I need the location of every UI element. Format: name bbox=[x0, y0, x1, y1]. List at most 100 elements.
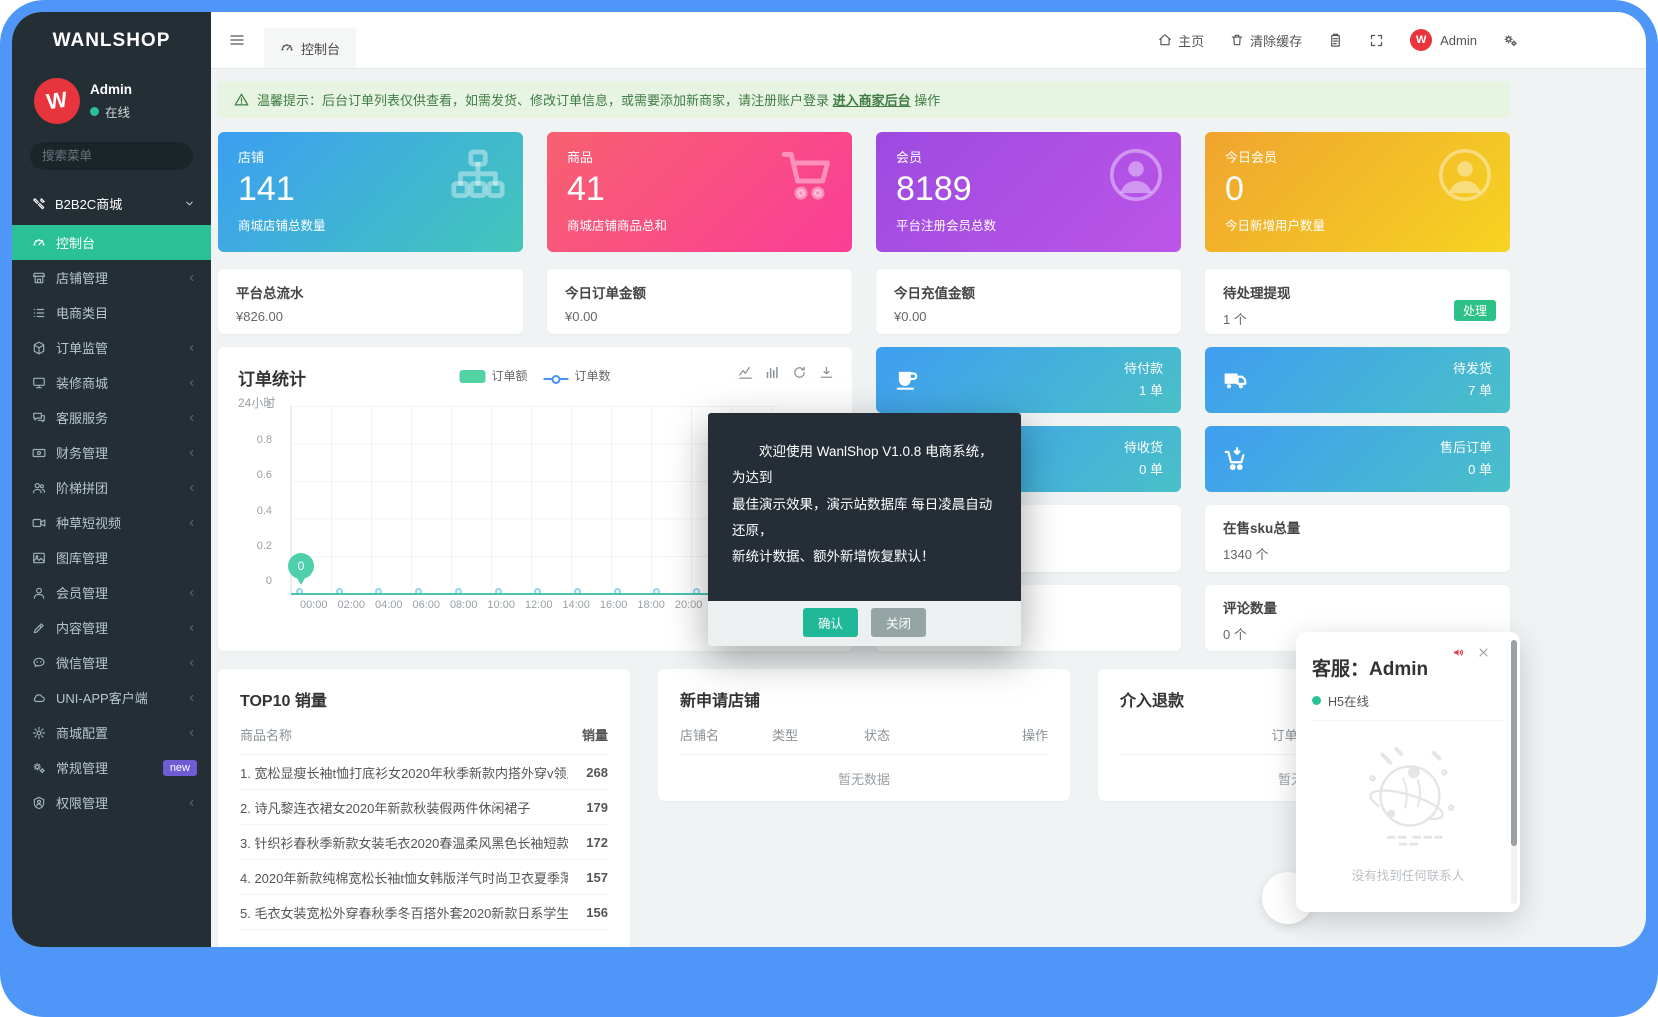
line-chart-icon[interactable] bbox=[738, 365, 753, 380]
tab-dashboard[interactable]: 控制台 bbox=[264, 28, 356, 68]
topbar-user-menu[interactable]: W Admin bbox=[1410, 29, 1477, 51]
top10-row[interactable] bbox=[240, 929, 608, 947]
top10-row[interactable]: 2. 诗凡黎连衣裙女2020年新款秋装假两件休闲裙子 179 bbox=[240, 789, 608, 824]
menu-item-icon bbox=[32, 341, 46, 355]
status-card-to-ship[interactable]: 待发货7 单 bbox=[1205, 347, 1510, 413]
sidebar-item[interactable]: 客服服务 bbox=[12, 400, 211, 435]
top10-row[interactable]: 4. 2020年新款纯棉宽松长袖t恤女韩版洋气时尚卫衣夏季薄款打底上衣 157 bbox=[240, 859, 608, 894]
new-shops-panel: 新申请店铺 店铺名类型状态操作 暂无数据 bbox=[658, 669, 1070, 801]
refresh-icon[interactable] bbox=[792, 365, 807, 380]
modal-message: 欢迎使用 WanlShop V1.0.8 电商系统， 为达到 最佳演示效果，演示… bbox=[708, 413, 1021, 601]
sidebar-item[interactable]: UNI-APP客户端 bbox=[12, 680, 211, 715]
sidebar-item[interactable]: 内容管理 bbox=[12, 610, 211, 645]
menu-item-icon bbox=[32, 726, 46, 740]
scrollbar-thumb[interactable] bbox=[1511, 640, 1517, 846]
group-label: B2B2C商城 bbox=[55, 194, 122, 213]
chevron-left-icon bbox=[187, 658, 197, 668]
sidebar-item[interactable]: 阶梯拼团 bbox=[12, 470, 211, 505]
column-header: 类型 bbox=[772, 725, 864, 744]
speaker-icon[interactable] bbox=[1452, 646, 1465, 659]
sidebar-item[interactable]: 商城配置 bbox=[12, 715, 211, 750]
trash-icon bbox=[1230, 33, 1244, 47]
stat-card-icon bbox=[449, 146, 507, 204]
chevron-down-icon bbox=[184, 198, 195, 209]
sidebar-item[interactable]: 会员管理 bbox=[12, 575, 211, 610]
status-card-aftersale[interactable]: 售后订单0 单 bbox=[1205, 426, 1510, 492]
sidebar-item[interactable]: 店铺管理 bbox=[12, 260, 211, 295]
warning-icon bbox=[234, 92, 249, 107]
sidebar-search[interactable] bbox=[30, 142, 193, 170]
welcome-modal: 欢迎使用 WanlShop V1.0.8 电商系统， 为达到 最佳演示效果，演示… bbox=[708, 413, 1021, 646]
sidebar-item[interactable]: 装修商城 bbox=[12, 365, 211, 400]
chart-toolbar bbox=[738, 365, 834, 380]
sidebar-item[interactable]: 控制台 bbox=[12, 225, 211, 260]
user-status: 在线 bbox=[105, 102, 130, 121]
sidebar-item[interactable]: 权限管理 bbox=[12, 785, 211, 820]
home-link[interactable]: 主页 bbox=[1158, 31, 1204, 50]
empty-state: 暂无数据 bbox=[680, 754, 1048, 808]
chart-legend: 订单额 订单数 bbox=[459, 367, 610, 384]
hamburger-icon[interactable] bbox=[228, 32, 246, 48]
menu-item-icon bbox=[32, 481, 46, 495]
x-axis-labels: 00:0002:0004:0006:0008:0010:0012:0014:00… bbox=[300, 599, 740, 611]
settings-gears-icon[interactable] bbox=[1503, 33, 1518, 48]
menu-item-icon bbox=[32, 236, 46, 250]
online-dot bbox=[90, 107, 99, 116]
chevron-left-icon bbox=[187, 483, 197, 493]
no-contacts-text: 没有找到任何联系人 bbox=[1312, 865, 1504, 884]
sidebar-item[interactable]: 常规管理 new bbox=[12, 750, 211, 785]
menu-item-icon bbox=[32, 516, 46, 530]
clipboard-icon[interactable] bbox=[1328, 33, 1343, 48]
stat-card-icon bbox=[1436, 146, 1494, 204]
chevron-left-icon bbox=[187, 448, 197, 458]
bar-chart-icon[interactable] bbox=[765, 365, 780, 380]
sidebar-group-b2b2c[interactable]: B2B2C商城 bbox=[12, 180, 211, 225]
sidebar-item[interactable]: 财务管理 bbox=[12, 435, 211, 470]
chevron-left-icon bbox=[187, 518, 197, 528]
mini-cards-row: 平台总流水 ¥826.00 今日订单金额 ¥0.00 今日充值金额 ¥0.00 … bbox=[218, 269, 1510, 334]
clear-cache-link[interactable]: 清除缓存 bbox=[1230, 31, 1302, 50]
notice-alert: 温馨提示：后台订单列表仅供查看，如需发货、修改订单信息，或需要添加新商家，请注册… bbox=[218, 81, 1510, 118]
sidebar-item[interactable]: 图库管理 bbox=[12, 540, 211, 575]
sidebar-item[interactable]: 订单监管 bbox=[12, 330, 211, 365]
chevron-left-icon bbox=[187, 343, 197, 353]
search-input[interactable] bbox=[42, 149, 203, 163]
merchant-backend-link[interactable]: 进入商家后台 bbox=[833, 93, 911, 108]
sidebar-item[interactable]: 微信管理 bbox=[12, 645, 211, 680]
top10-row[interactable]: 5. 毛衣女装宽松外穿春秋季冬百搭外套2020新款日系学生蓝色针织开衫 156 bbox=[240, 894, 608, 929]
menu-item-icon bbox=[32, 446, 46, 460]
user-avatar: W bbox=[1410, 29, 1432, 51]
chevron-left-icon bbox=[187, 588, 197, 598]
legend-amount-swatch bbox=[459, 370, 485, 383]
top10-row[interactable]: 3. 针织衫春秋季新款女装毛衣2020春温柔风黑色长袖短款上衣开衫外套 172 bbox=[240, 824, 608, 859]
stat-card: 商品 41 商城店铺商品总和 bbox=[547, 132, 852, 252]
stat-cards-row: 店铺 141 商城店铺总数量 商品 41 商城店铺商品总和 会员 8189 平台… bbox=[218, 132, 1510, 252]
sidebar-item[interactable]: 种草短视频 bbox=[12, 505, 211, 540]
stat-card: 店铺 141 商城店铺总数量 bbox=[218, 132, 523, 252]
close-icon[interactable] bbox=[1477, 646, 1490, 659]
plot-area bbox=[290, 406, 778, 594]
fullscreen-icon[interactable] bbox=[1369, 33, 1384, 48]
column-header: 操作 bbox=[956, 725, 1048, 744]
chevron-left-icon bbox=[187, 413, 197, 423]
confirm-button[interactable]: 确认 bbox=[803, 608, 858, 637]
top10-row[interactable]: 1. 宽松显瘦长袖t恤打底衫女2020年秋季新款内搭外穿v领上衣针织毛衣 268 bbox=[240, 754, 608, 789]
status-card-unpaid[interactable]: 待付款1 单 bbox=[876, 347, 1181, 413]
column-header: 店铺名 bbox=[680, 725, 772, 744]
globe-illustration bbox=[1312, 739, 1504, 849]
mini-stat-card: 待处理提现 1 个 处理 bbox=[1205, 269, 1510, 334]
download-icon[interactable] bbox=[819, 365, 834, 380]
chevron-left-icon bbox=[187, 693, 197, 703]
chevron-left-icon bbox=[187, 623, 197, 633]
chevron-left-icon bbox=[187, 273, 197, 283]
tools-icon bbox=[32, 197, 46, 211]
close-button[interactable]: 关闭 bbox=[871, 608, 926, 637]
stat-card: 会员 8189 平台注册会员总数 bbox=[876, 132, 1181, 252]
process-button[interactable]: 处理 bbox=[1454, 300, 1496, 321]
sidebar: WANLSHOP W Admin 在线 B2B2C商城 控制台 bbox=[12, 12, 211, 947]
stat-card-icon bbox=[1107, 146, 1165, 204]
chat-status: H5在线 bbox=[1328, 691, 1369, 710]
sidebar-item[interactable]: 电商类目 bbox=[12, 295, 211, 330]
menu-item-icon bbox=[32, 376, 46, 390]
mini-stat-card: 今日订单金额 ¥0.00 bbox=[547, 269, 852, 334]
